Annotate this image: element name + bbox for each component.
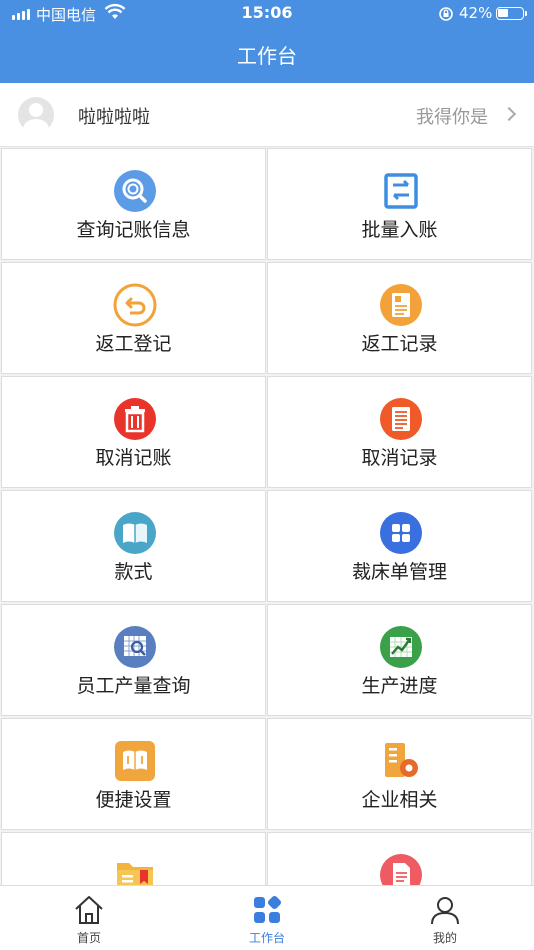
user-icon [431,897,459,925]
tab-workbench[interactable]: 工作台 [178,886,356,950]
grid-item-quick-settings[interactable]: 便捷设置 [1,718,266,830]
page-title: 工作台 [237,44,297,68]
search-icon [114,170,156,212]
tab-label: 我的 [432,931,457,945]
grid-item-batch-entry[interactable]: 批量入账 [267,148,532,260]
tab-label: 工作台 [248,931,285,945]
grid-item-label: 返工登记 [95,333,172,355]
trash-icon [114,398,156,440]
tab-mine[interactable]: 我的 [356,886,534,950]
book-icon [114,512,156,554]
grid-item-query-records[interactable]: 查询记账信息 [1,148,266,260]
grid-item-label: 取消记账 [95,447,172,469]
grid-item-label: 取消记录 [361,447,438,469]
rework-return-icon [113,283,157,327]
grid-item-rework-record[interactable]: 返工记录 [267,262,532,374]
grid-item-label: 批量入账 [361,219,438,241]
grid-item-cutting-order[interactable]: 裁床单管理 [267,490,532,602]
grid-item-document[interactable] [267,832,532,885]
grid-item-style[interactable]: 款式 [1,490,266,602]
grid-item-label: 生产进度 [361,675,438,697]
rotation-lock-icon [439,7,453,21]
grid-item-rework-register[interactable]: 返工登记 [1,262,266,374]
tab-bar: 首页 工作台 我的 [0,885,534,950]
cancel-record-icon [380,398,422,440]
grid-item-folder[interactable] [1,832,266,885]
profile-right-text: 我得你是 [416,107,488,128]
grid-item-label: 裁床单管理 [351,561,447,583]
grid-item-label: 企业相关 [361,789,438,811]
avatar [18,97,54,133]
grid-item-label: 款式 [114,561,153,583]
profile-name: 啦啦啦啦 [78,107,150,128]
profile-row[interactable]: 啦啦啦啦 我得你是 [0,83,534,147]
grid-item-label: 便捷设置 [95,789,172,811]
tab-label: 首页 [76,931,101,945]
home-icon [75,896,103,924]
grid-item-enterprise[interactable]: 企业相关 [267,718,532,830]
grid-apps-icon [380,512,422,554]
grid-item-cancel-record[interactable]: 取消记录 [267,376,532,488]
battery-percent: 42% [459,4,493,22]
workbench-icon [254,895,282,923]
status-bar: 中国电信 15:06 42% [0,0,534,28]
enterprise-gear-icon [385,743,418,777]
settings-book-icon [115,741,155,781]
grid-item-production-progress[interactable]: 生产进度 [267,604,532,716]
grid-item-employee-output[interactable]: 员工产量查询 [1,604,266,716]
battery-icon [496,7,527,20]
grid-item-label: 员工产量查询 [76,675,191,697]
batch-entry-icon [384,173,418,209]
document-icon [380,854,422,885]
chart-search-icon [114,626,156,668]
grid-item-cancel-entry[interactable]: 取消记账 [1,376,266,488]
rework-record-icon [380,284,422,326]
top-bar: 中国电信 15:06 42% 工作台 [0,0,534,83]
tab-home[interactable]: 首页 [0,886,178,950]
grid-item-label: 查询记账信息 [76,219,191,241]
chevron-right-icon [501,106,517,122]
grid-item-label: 返工记录 [361,333,438,355]
trend-chart-icon [380,626,422,668]
folder-bookmark-icon [117,863,153,885]
function-grid: 查询记账信息 批量入账 返工登记 返工记录 取消记账 取消记录 款式 裁床单管理… [0,147,534,885]
